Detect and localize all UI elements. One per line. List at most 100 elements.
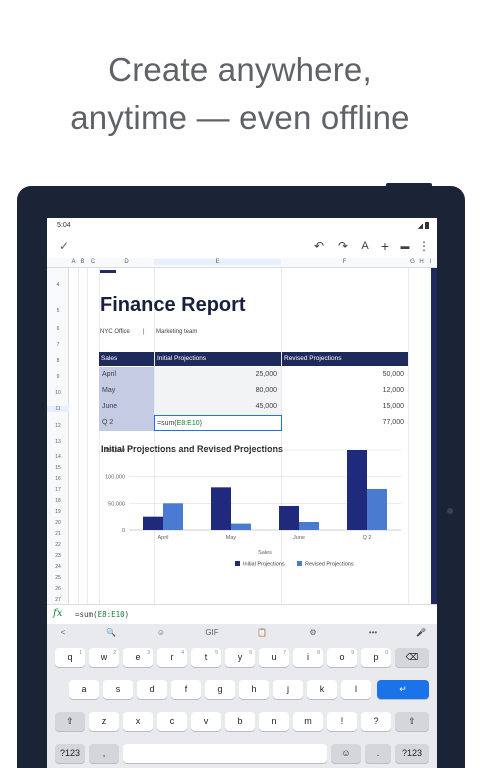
row-header[interactable]: 15 — [47, 465, 69, 471]
emoji-key[interactable]: ☺ — [331, 744, 361, 763]
shift-key[interactable]: ⇧ — [55, 712, 85, 731]
table-header-revised[interactable]: Revised Projections — [282, 352, 408, 366]
key-t[interactable]: t5 — [191, 648, 221, 667]
key-r[interactable]: r4 — [157, 648, 187, 667]
row-header[interactable]: 14 — [47, 454, 69, 460]
row-header[interactable]: 20 — [47, 520, 69, 526]
table-row-label[interactable]: May — [99, 383, 154, 399]
comma-key[interactable]: , — [89, 744, 119, 763]
row-header[interactable]: 22 — [47, 542, 69, 548]
row-header[interactable]: 12 — [47, 423, 69, 429]
row-header[interactable]: 9 — [47, 374, 69, 380]
formula-bar[interactable]: fx =sum(E8:E10) — [47, 604, 437, 624]
row-header[interactable]: 21 — [47, 531, 69, 537]
gif-icon[interactable]: GIF — [202, 628, 222, 637]
row-header[interactable]: 7 — [47, 342, 69, 348]
report-title[interactable]: Finance Report — [100, 294, 246, 317]
row-header[interactable]: 27 — [47, 597, 69, 603]
row-header[interactable]: 17 — [47, 487, 69, 493]
back-icon[interactable]: < — [53, 628, 73, 637]
key-f[interactable]: f — [171, 680, 201, 699]
table-cell[interactable]: 50,000 — [282, 367, 408, 383]
settings-icon[interactable]: ⚙ — [303, 628, 323, 637]
key-s[interactable]: s — [103, 680, 133, 699]
row-header[interactable]: 18 — [47, 498, 69, 504]
search-icon[interactable]: 🔍 — [101, 628, 121, 637]
table-row-label[interactable]: Q 2 — [99, 415, 154, 431]
add-icon[interactable]: + — [377, 238, 393, 254]
column-header[interactable]: D — [99, 259, 154, 265]
table-row-label[interactable]: April — [99, 367, 154, 383]
row-header[interactable]: 4 — [47, 282, 69, 288]
key-m[interactable]: m — [293, 712, 323, 731]
table-cell[interactable]: 80,000 — [155, 383, 281, 399]
text-format-icon[interactable]: A — [357, 238, 373, 254]
key-a[interactable]: a — [69, 680, 99, 699]
row-header[interactable]: 23 — [47, 553, 69, 559]
key-d[interactable]: d — [137, 680, 167, 699]
more-icon[interactable]: ••• — [363, 628, 383, 637]
table-cell[interactable]: 45,000 — [155, 399, 281, 415]
row-header[interactable]: 24 — [47, 564, 69, 570]
table-row-label[interactable]: June — [99, 399, 154, 415]
table-header-sales[interactable]: Sales — [99, 352, 154, 366]
row-header[interactable]: 11 — [47, 406, 69, 412]
column-header[interactable]: C — [87, 259, 99, 265]
row-header[interactable]: 16 — [47, 476, 69, 482]
key-q[interactable]: q1 — [55, 648, 85, 667]
key-e[interactable]: e3 — [123, 648, 153, 667]
space-key[interactable] — [123, 744, 327, 763]
key-u[interactable]: u7 — [259, 648, 289, 667]
office-label[interactable]: NYC Office — [100, 329, 130, 335]
key-z[interactable]: z — [89, 712, 119, 731]
enter-key[interactable]: ↵ — [377, 680, 429, 699]
table-cell[interactable]: 12,000 — [282, 383, 408, 399]
row-header[interactable]: 13 — [47, 439, 69, 445]
bar-chart[interactable]: 0 50,000 100,000 150,000 April May June Q 2 Sale… — [91, 444, 413, 584]
key-b[interactable]: b — [225, 712, 255, 731]
key-j[interactable]: j — [273, 680, 303, 699]
selected-formula-cell[interactable]: =sum(E8:E10) — [154, 415, 282, 431]
table-cell[interactable]: 77,000 — [282, 415, 408, 431]
key-v[interactable]: v — [191, 712, 221, 731]
key-n[interactable]: n — [259, 712, 289, 731]
key-l[interactable]: l — [341, 680, 371, 699]
key-o[interactable]: o9 — [327, 648, 357, 667]
key-g[interactable]: g — [205, 680, 235, 699]
shift-key-right[interactable]: ⇧ — [395, 712, 429, 731]
sticker-icon[interactable]: ☺ — [151, 628, 171, 637]
redo-icon[interactable]: ↷ — [335, 238, 351, 254]
table-cell[interactable]: 25,000 — [155, 367, 281, 383]
table-header-initial[interactable]: Initial Projections — [155, 352, 281, 366]
row-header[interactable]: 6 — [47, 326, 69, 332]
column-header[interactable]: A — [69, 259, 78, 265]
column-header[interactable]: G — [408, 259, 417, 265]
key-w[interactable]: w2 — [89, 648, 119, 667]
undo-icon[interactable]: ↶ — [311, 238, 327, 254]
period-key[interactable]: . — [365, 744, 391, 763]
clipboard-icon[interactable]: 📋 — [252, 628, 272, 637]
key-x[interactable]: x — [123, 712, 153, 731]
more-icon[interactable]: ⋮ — [417, 238, 431, 254]
team-label[interactable]: Marketing team — [156, 329, 197, 335]
key-y[interactable]: y6 — [225, 648, 255, 667]
key-h[interactable]: h — [239, 680, 269, 699]
key-k[interactable]: k — [307, 680, 337, 699]
key-i[interactable]: i8 — [293, 648, 323, 667]
mic-icon[interactable]: 🎤 — [411, 628, 431, 637]
done-icon[interactable]: ✓ — [57, 238, 71, 254]
column-header[interactable]: F — [281, 259, 408, 265]
row-header[interactable]: 19 — [47, 509, 69, 515]
backspace-key[interactable]: ⌫ — [395, 648, 429, 667]
column-header[interactable]: B — [78, 259, 87, 265]
column-header[interactable]: I — [426, 259, 435, 265]
column-header[interactable]: H — [417, 259, 426, 265]
row-header[interactable]: 8 — [47, 358, 69, 364]
key-exclaim[interactable]: ! — [327, 712, 357, 731]
symbols-key-right[interactable]: ?123 — [395, 744, 429, 763]
row-header[interactable]: 25 — [47, 575, 69, 581]
key-c[interactable]: c — [157, 712, 187, 731]
row-header[interactable]: 10 — [47, 390, 69, 396]
key-p[interactable]: p0 — [361, 648, 391, 667]
symbols-key[interactable]: ?123 — [55, 744, 85, 763]
